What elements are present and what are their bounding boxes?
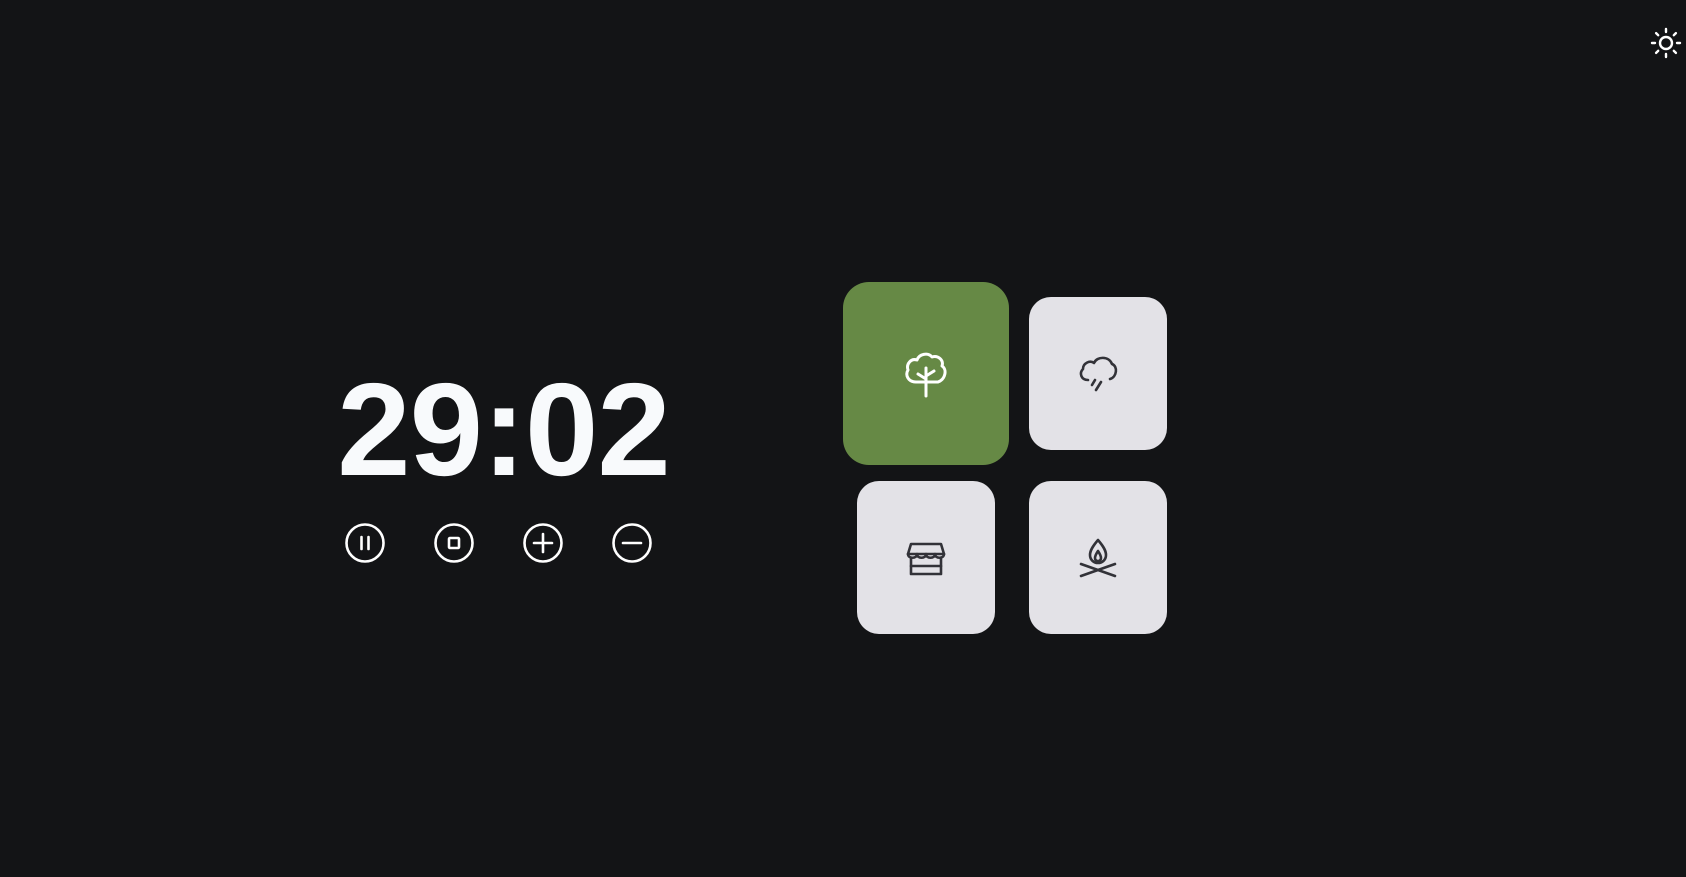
timer-controls xyxy=(345,523,652,563)
app-root: 29:02 xyxy=(0,0,1686,877)
storefront-icon xyxy=(906,542,946,575)
minus-circle-icon xyxy=(612,523,652,563)
timer-display: 29:02 xyxy=(337,356,671,503)
sound-tile-cafe[interactable] xyxy=(857,481,995,634)
theme-toggle-button[interactable] xyxy=(1648,26,1684,60)
tree-icon xyxy=(905,352,947,397)
stop-button[interactable] xyxy=(434,523,474,563)
plus-circle-icon xyxy=(523,523,563,563)
increase-time-button[interactable] xyxy=(523,523,563,563)
sound-tile-campfire[interactable] xyxy=(1029,481,1167,634)
sound-tile-rain[interactable] xyxy=(1029,297,1167,450)
campfire-icon xyxy=(1079,538,1117,577)
sun-icon xyxy=(1650,27,1682,59)
pause-button[interactable] xyxy=(345,523,385,563)
cloud-rain-icon xyxy=(1079,356,1118,391)
stop-circle-icon xyxy=(434,523,474,563)
decrease-time-button[interactable] xyxy=(612,523,652,563)
pause-circle-icon xyxy=(345,523,385,563)
sound-tile-forest[interactable] xyxy=(843,282,1009,465)
